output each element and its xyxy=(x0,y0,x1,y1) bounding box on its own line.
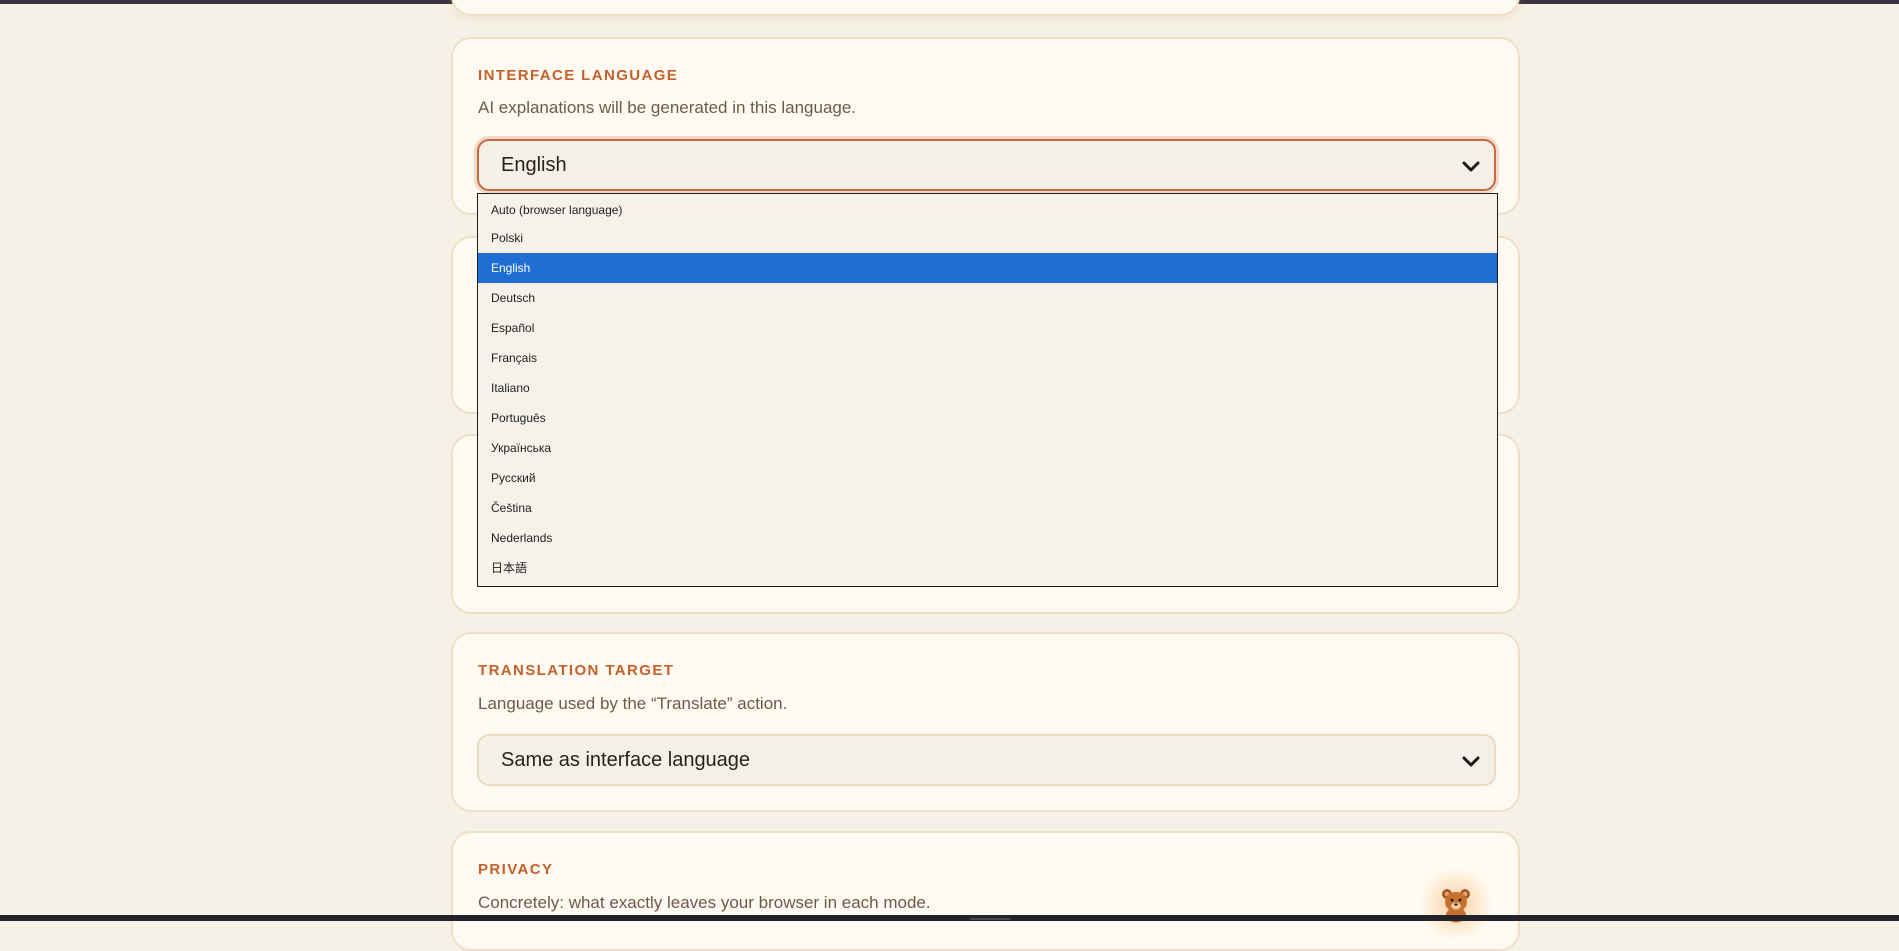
language-option[interactable]: Español xyxy=(478,313,1497,343)
translation-target-selected-value: Same as interface language xyxy=(501,748,751,771)
language-option[interactable]: Français xyxy=(478,343,1497,373)
privacy-title: PRIVACY xyxy=(478,861,554,878)
privacy-card: PRIVACY Concretely: what exactly leaves … xyxy=(451,831,1520,951)
language-option[interactable]: Deutsch xyxy=(478,283,1497,313)
translation-target-description: Language used by the “Translate” action. xyxy=(478,694,788,713)
language-option-selected[interactable]: English xyxy=(478,253,1497,283)
language-option[interactable]: Polski xyxy=(478,223,1497,253)
language-option[interactable]: Português xyxy=(478,403,1497,433)
previous-settings-card xyxy=(451,0,1520,16)
language-option[interactable]: Auto (browser language) xyxy=(478,194,1497,223)
chevron-down-icon xyxy=(1462,161,1480,172)
bear-icon xyxy=(1442,889,1470,923)
language-option[interactable]: Čeština xyxy=(478,493,1497,523)
interface-language-description: AI explanations will be generated in thi… xyxy=(478,98,857,117)
translation-target-title: TRANSLATION TARGET xyxy=(478,662,675,679)
language-option[interactable]: Українська xyxy=(478,433,1497,463)
translation-target-select[interactable]: Same as interface language xyxy=(477,734,1496,786)
language-option[interactable]: Русский xyxy=(478,463,1497,493)
interface-language-selected-value: English xyxy=(501,153,567,176)
language-option[interactable]: Italiano xyxy=(478,373,1497,403)
interface-language-card: INTERFACE LANGUAGE AI explanations will … xyxy=(451,37,1520,215)
window-bottom-bar xyxy=(0,915,1899,921)
language-dropdown-list: Auto (browser language) Polski English D… xyxy=(477,193,1498,587)
chevron-down-icon xyxy=(1462,756,1480,767)
mascot-button[interactable] xyxy=(1420,868,1492,940)
translation-target-card: TRANSLATION TARGET Language used by the … xyxy=(451,632,1520,812)
privacy-description: Concretely: what exactly leaves your bro… xyxy=(478,893,931,912)
interface-language-title: INTERFACE LANGUAGE xyxy=(478,67,679,84)
language-option[interactable]: Nederlands xyxy=(478,523,1497,553)
language-option[interactable]: 日本語 xyxy=(478,553,1497,583)
bottom-bar-indicator xyxy=(970,918,1010,920)
interface-language-select[interactable]: English xyxy=(477,139,1496,191)
